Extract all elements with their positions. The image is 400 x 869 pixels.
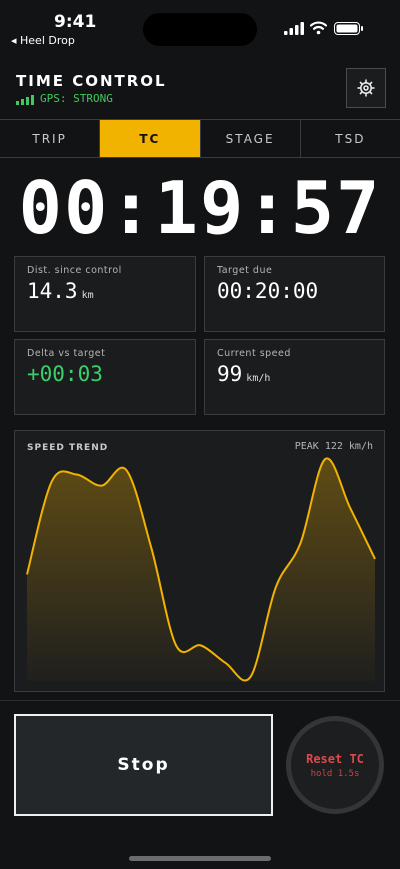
dynamic-island (143, 13, 257, 46)
elapsed-timer: 00:19:57 (18, 166, 382, 250)
distance-value-row: 14.3 km (27, 279, 183, 303)
distance-label: Dist. since control (27, 265, 122, 276)
distance-value: 14.3 (27, 279, 78, 303)
gps-status: GPS: STRONG (16, 92, 113, 105)
wifi-icon (310, 21, 327, 35)
speed-trend-plot (26, 457, 376, 682)
peak-speed-label: PEAK 122 km/h (294, 441, 373, 452)
tab-tc[interactable]: TC (100, 120, 201, 157)
delta-value: +00:03 (27, 362, 103, 386)
delta-card: Delta vs target +00:03 (14, 339, 196, 415)
battery-icon (334, 22, 363, 35)
reset-tc-label: Reset TC (306, 751, 364, 766)
status-time: 9:41 (54, 12, 97, 32)
speed-card: Current speed 99 km/h (204, 339, 385, 415)
reset-tc-hint: hold 1.5s (310, 768, 360, 779)
speed-unit: km/h (246, 373, 271, 384)
divider (0, 700, 400, 701)
speed-value-row: 99 km/h (217, 362, 372, 386)
reset-tc-button[interactable]: Reset TC hold 1.5s (286, 716, 384, 814)
distance-unit: km (81, 290, 94, 301)
back-to-app-link[interactable]: ◂ Heel Drop (11, 34, 75, 47)
target-due-label: Target due (217, 265, 273, 276)
gps-status-label: GPS: STRONG (40, 92, 113, 105)
tab-tsd[interactable]: TSD (301, 120, 400, 157)
tab-stage[interactable]: STAGE (201, 120, 301, 157)
settings-button[interactable] (346, 68, 386, 108)
gps-signal-icon (16, 95, 34, 105)
mode-tabs: TRIP TC STAGE TSD (0, 119, 400, 158)
target-due-value: 00:20:00 (217, 279, 319, 303)
speed-trend-chart: SPEED TREND PEAK 122 km/h (14, 430, 385, 692)
delta-label: Delta vs target (27, 348, 106, 359)
tab-trip[interactable]: TRIP (0, 120, 101, 157)
chart-title: SPEED TREND (27, 443, 109, 453)
target-due-card: Target due 00:20:00 (204, 256, 385, 332)
distance-card: Dist. since control 14.3 km (14, 256, 196, 332)
speed-label: Current speed (217, 348, 291, 359)
gear-icon (357, 79, 375, 97)
speed-value: 99 (217, 362, 243, 386)
home-indicator (129, 856, 271, 861)
speed-area (27, 458, 375, 681)
cellular-signal-icon (284, 22, 304, 35)
stop-button[interactable]: Stop (14, 714, 273, 816)
page-title: TIME CONTROL (16, 72, 167, 90)
